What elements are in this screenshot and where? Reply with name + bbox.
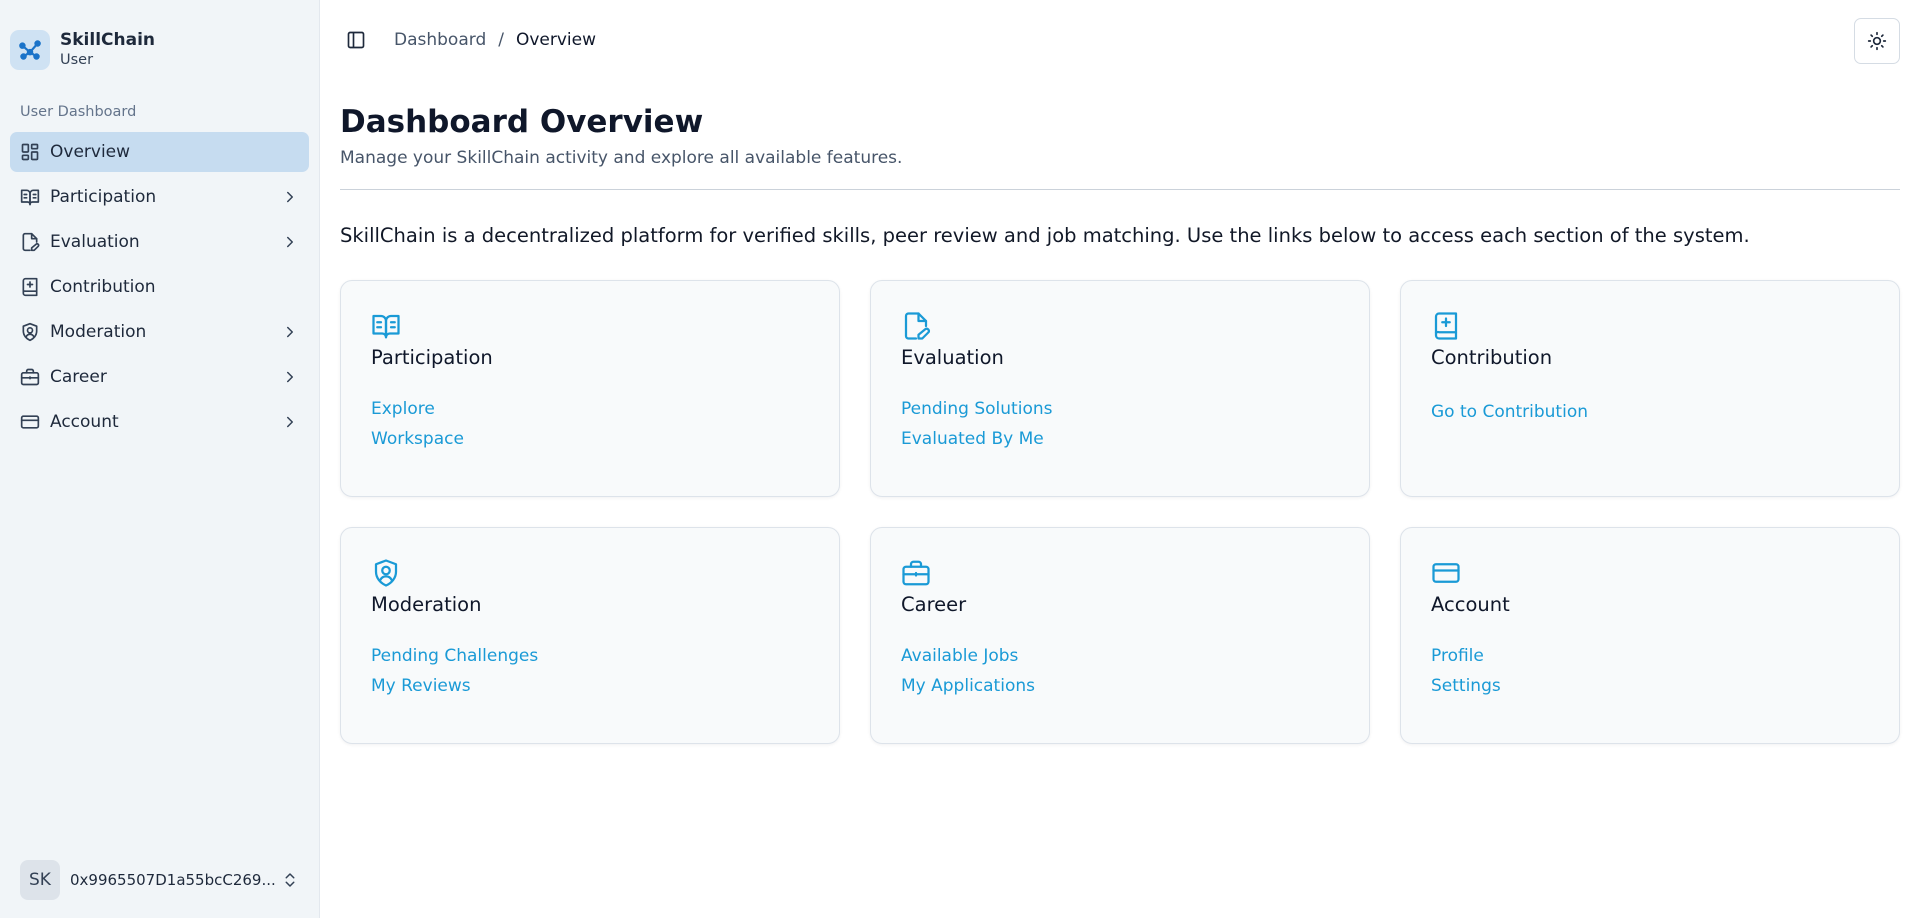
sidebar-item-contribution[interactable]: Contribution [10,267,309,307]
card-title: Contribution [1431,346,1553,369]
sidebar-item-label: Contribution [50,277,156,297]
sidebar-item-label: Account [50,412,119,432]
breadcrumb-current: Overview [515,30,597,50]
brand-name: SkillChain [60,29,156,50]
breadcrumb-dashboard-link[interactable]: Dashboard [394,30,486,50]
card-participation: Participation Explore Workspace [340,280,840,497]
breadcrumb-separator: / [498,30,504,50]
link-settings[interactable]: Settings [1431,675,1869,698]
card-title: Evaluation [901,346,1004,369]
chevron-right-icon [281,323,299,341]
chevron-right-icon [281,233,299,251]
card-title: Participation [371,346,493,369]
sidebar-item-participation[interactable]: Participation [10,177,309,217]
main-area: Dashboard / Overview Dashboard Overview … [320,0,1920,918]
file-pen-icon [20,232,40,252]
card-career: Career Available Jobs My Applications [870,527,1370,744]
sidebar-group-label: User Dashboard [20,104,137,120]
sidebar-item-label: Participation [50,187,157,207]
briefcase-icon [901,558,931,588]
sun-icon [1867,31,1887,51]
book-plus-icon [1431,311,1461,341]
divider [340,189,1900,190]
intro-text: SkillChain is a decentralized platform f… [340,224,1750,247]
shield-user-icon [20,322,40,342]
sidebar: SkillChain User User Dashboard Overview … [0,0,320,918]
card-title: Career [901,593,967,616]
chevron-right-icon [281,413,299,431]
sidebar-item-label: Career [50,367,107,387]
page-subtitle: Manage your SkillChain activity and expl… [340,148,903,168]
briefcase-icon [20,367,40,387]
feature-cards: Participation Explore Workspace Evaluati… [340,280,1900,744]
breadcrumb: Dashboard / Overview [394,30,596,50]
link-pending-challenges[interactable]: Pending Challenges [371,645,809,668]
sidebar-item-account[interactable]: Account [10,402,309,442]
file-pen-icon [901,311,931,341]
brand-logo-icon [10,29,50,70]
link-my-reviews[interactable]: My Reviews [371,675,809,698]
wallet-address: 0x9965507D1a55bcC269... [70,871,276,889]
chevron-right-icon [281,368,299,386]
sidebar-item-career[interactable]: Career [10,357,309,397]
sidebar-item-overview[interactable]: Overview [10,132,309,172]
panel-left-icon [346,30,366,50]
link-available-jobs[interactable]: Available Jobs [901,645,1339,668]
card-account: Account Profile Settings [1400,527,1900,744]
link-go-to-contribution[interactable]: Go to Contribution [1431,401,1869,424]
link-my-applications[interactable]: My Applications [901,675,1339,698]
book-plus-icon [20,277,40,297]
sidebar-toggle-button[interactable] [340,24,372,56]
sidebar-item-evaluation[interactable]: Evaluation [10,222,309,262]
card-contribution: Contribution Go to Contribution [1400,280,1900,497]
theme-toggle-button[interactable] [1854,18,1900,64]
sidebar-item-label: Moderation [50,322,147,342]
brand-role: User [60,51,94,68]
sidebar-item-moderation[interactable]: Moderation [10,312,309,352]
card-title: Account [1431,593,1510,616]
credit-card-icon [1431,558,1461,588]
link-evaluated-by-me[interactable]: Evaluated By Me [901,428,1339,451]
credit-card-icon [20,412,40,432]
sidebar-item-label: Overview [50,142,131,162]
link-workspace[interactable]: Workspace [371,428,809,451]
avatar: SK [20,860,60,900]
topbar: Dashboard / Overview [320,0,1920,80]
link-explore[interactable]: Explore [371,398,809,421]
page-title: Dashboard Overview [340,104,704,140]
card-title: Moderation [371,593,482,616]
dashboard-grid-icon [20,142,40,162]
link-profile[interactable]: Profile [1431,645,1869,668]
book-open-icon [371,311,401,341]
chevron-right-icon [281,188,299,206]
brand-header[interactable]: SkillChain User [0,0,319,80]
link-pending-solutions[interactable]: Pending Solutions [901,398,1339,421]
shield-user-icon [371,558,401,588]
book-open-icon [20,187,40,207]
card-evaluation: Evaluation Pending Solutions Evaluated B… [870,280,1370,497]
card-moderation: Moderation Pending Challenges My Reviews [340,527,840,744]
chevrons-up-down-icon [281,871,299,889]
page-content: Dashboard Overview Manage your SkillChai… [320,80,1920,744]
sidebar-item-label: Evaluation [50,232,140,252]
user-menu[interactable]: SK 0x9965507D1a55bcC269... [10,856,309,904]
sidebar-nav: Overview Participation Evaluation Contri… [0,132,319,447]
